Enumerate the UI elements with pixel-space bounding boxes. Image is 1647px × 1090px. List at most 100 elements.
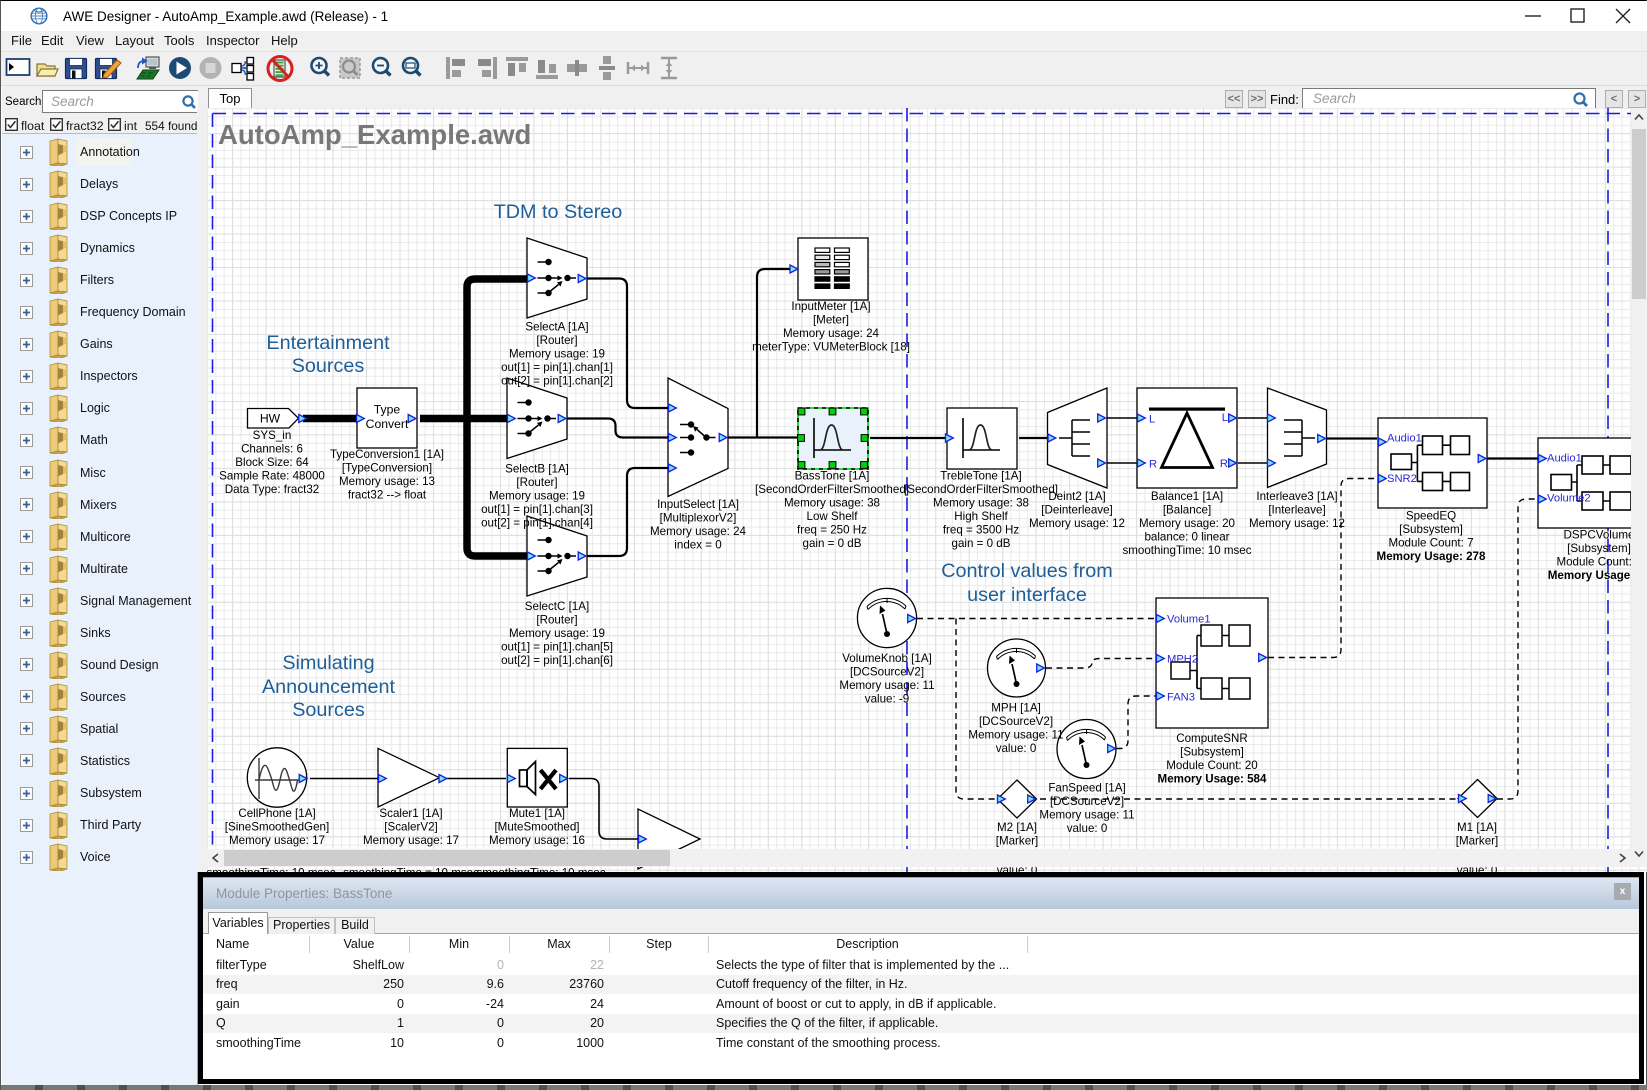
svg-text:meterType: VUMeterBlock [18]: meterType: VUMeterBlock [18] (752, 341, 910, 354)
svg-text:BassTone [1A]: BassTone [1A] (795, 470, 870, 483)
svg-text:M2 [1A]: M2 [1A] (997, 821, 1037, 834)
svg-text:Memory usage: 12: Memory usage: 12 (1249, 517, 1345, 530)
svg-text:Memory usage: 38: Memory usage: 38 (784, 497, 880, 510)
svg-text:InputMeter [1A]: InputMeter [1A] (791, 300, 870, 313)
svg-text:Memory usage: 17: Memory usage: 17 (363, 834, 459, 847)
svg-text:[SecondOrderFilterSmoothed]: [SecondOrderFilterSmoothed] (755, 483, 909, 496)
svg-text:Volume1: Volume1 (1167, 614, 1211, 626)
svg-text:R: R (1149, 459, 1157, 471)
svg-text:L: L (1222, 412, 1228, 424)
svg-text:Memory usage: 38: Memory usage: 38 (933, 497, 1029, 510)
svg-text:out[1] = pin[1].chan[5]: out[1] = pin[1].chan[5] (501, 641, 613, 654)
svg-text:Module Count: 7: Module Count: 7 (1388, 537, 1473, 550)
svg-text:[Balance]: [Balance] (1163, 504, 1211, 517)
svg-text:out[2] = pin[1].chan[2]: out[2] = pin[1].chan[2] (501, 375, 613, 388)
svg-text:[MultiplexorV2]: [MultiplexorV2] (660, 512, 737, 525)
svg-text:[SecondOrderFilterSmoothed]: [SecondOrderFilterSmoothed] (904, 483, 1058, 496)
svg-text:Memory usage: 13: Memory usage: 13 (339, 475, 435, 488)
svg-text:AutoAmp_Example.awd: AutoAmp_Example.awd (218, 119, 531, 150)
svg-text:[Router]: [Router] (516, 476, 557, 489)
svg-text:[Marker]: [Marker] (1456, 835, 1499, 848)
svg-text:fract32 --> float: fract32 --> float (348, 489, 427, 502)
svg-text:value: -9: value: -9 (865, 693, 909, 706)
svg-text:[Interleave]: [Interleave] (1268, 504, 1325, 517)
svg-text:[Router]: [Router] (536, 334, 577, 347)
svg-text:MPH2: MPH2 (1167, 654, 1198, 666)
svg-text:M1 [1A]: M1 [1A] (1457, 821, 1497, 834)
svg-text:[MuteSmoothed]: [MuteSmoothed] (494, 821, 579, 834)
svg-text:High Shelf: High Shelf (954, 510, 1008, 523)
svg-text:SelectB [1A]: SelectB [1A] (505, 463, 569, 476)
svg-text:index = 0: index = 0 (674, 539, 721, 552)
svg-text:HW: HW (260, 412, 281, 426)
svg-text:Memory usage: 11: Memory usage: 11 (839, 679, 934, 692)
svg-text:DSPCVolume: DSPCVolume (1564, 529, 1635, 542)
svg-text:Channels: 6: Channels: 6 (241, 443, 303, 456)
svg-text:Memory usage: 24: Memory usage: 24 (783, 327, 880, 340)
svg-text:[Subsystem]: [Subsystem] (1567, 542, 1631, 555)
svg-text:Module Count: 5: Module Count: 5 (1556, 556, 1641, 569)
svg-text:[Router]: [Router] (536, 614, 577, 627)
svg-text:Audio1: Audio1 (1387, 433, 1422, 445)
svg-text:value: 0: value: 0 (996, 742, 1037, 755)
svg-text:out[2] = pin[1].chan[6]: out[2] = pin[1].chan[6] (501, 654, 613, 667)
svg-text:Memory usage: 11: Memory usage: 11 (968, 729, 1063, 742)
svg-text:[Meter]: [Meter] (813, 314, 849, 327)
svg-text:Memory usage: 19: Memory usage: 19 (489, 490, 585, 503)
svg-text:Sample Rate: 48000: Sample Rate: 48000 (219, 470, 325, 483)
svg-text:Memory usage: 24: Memory usage: 24 (650, 525, 747, 538)
svg-text:InputSelect [1A]: InputSelect [1A] (657, 498, 739, 511)
svg-text:Scaler1 [1A]: Scaler1 [1A] (379, 807, 442, 820)
svg-text:Low Shelf: Low Shelf (807, 510, 859, 523)
svg-text:L: L (1149, 414, 1155, 426)
svg-text:balance: 0 linear: balance: 0 linear (1144, 531, 1229, 544)
svg-text:SpeedEQ: SpeedEQ (1406, 510, 1456, 523)
svg-text:Memory usage: 19: Memory usage: 19 (509, 348, 605, 361)
svg-text:[SineSmoothedGen]: [SineSmoothedGen] (225, 821, 329, 834)
svg-text:Mute1 [1A]: Mute1 [1A] (509, 807, 565, 820)
svg-text:Sources: Sources (292, 699, 365, 721)
svg-text:freq = 250 Hz: freq = 250 Hz (797, 524, 867, 537)
svg-text:FanSpeed [1A]: FanSpeed [1A] (1048, 782, 1125, 795)
svg-text:FAN3: FAN3 (1167, 692, 1195, 704)
svg-text:[Deinterleave]: [Deinterleave] (1041, 504, 1113, 517)
svg-text:[Subsystem]: [Subsystem] (1180, 746, 1244, 759)
svg-text:Control values from: Control values from (941, 560, 1113, 582)
svg-text:Interleave3 [1A]: Interleave3 [1A] (1256, 490, 1337, 503)
svg-text:Data Type: fract32: Data Type: fract32 (225, 483, 320, 496)
svg-text:[DCSourceV2]: [DCSourceV2] (979, 715, 1053, 728)
svg-text:smoothingTime: 10 msec: smoothingTime: 10 msec (1122, 544, 1251, 557)
svg-text:VolumeKnob [1A]: VolumeKnob [1A] (842, 652, 932, 665)
svg-text:Balance1 [1A]: Balance1 [1A] (1151, 490, 1223, 503)
svg-text:Audio1: Audio1 (1547, 453, 1582, 465)
svg-text:Memory usage: 19: Memory usage: 19 (509, 627, 605, 640)
svg-text:Deint2 [1A]: Deint2 [1A] (1048, 490, 1105, 503)
svg-text:Memory usage: 17: Memory usage: 17 (229, 834, 325, 847)
svg-text:Announcement: Announcement (262, 676, 396, 698)
svg-text:SelectC [1A]: SelectC [1A] (525, 600, 589, 613)
svg-text:Sources: Sources (292, 355, 365, 377)
svg-text:value: 0: value: 0 (1067, 822, 1108, 835)
svg-text:R: R (1220, 458, 1228, 470)
svg-text:MPH [1A]: MPH [1A] (991, 702, 1041, 715)
svg-text:[ScalerV2]: [ScalerV2] (384, 821, 438, 834)
svg-text:[DCSourceV2]: [DCSourceV2] (850, 666, 924, 679)
svg-text:Memory usage: 12: Memory usage: 12 (1029, 517, 1125, 530)
svg-text:Memory Usage: 584: Memory Usage: 584 (1158, 773, 1267, 786)
svg-text:gain = 0 dB: gain = 0 dB (952, 537, 1011, 550)
svg-text:SYS_in: SYS_in (253, 429, 292, 442)
svg-text:TypeConversion1 [1A]: TypeConversion1 [1A] (330, 448, 444, 461)
svg-text:freq = 3500 Hz: freq = 3500 Hz (943, 524, 1020, 537)
svg-text:Entertainment: Entertainment (266, 332, 390, 354)
svg-text:[Marker]: [Marker] (996, 835, 1039, 848)
svg-text:out[2] = pin[1].chan[4]: out[2] = pin[1].chan[4] (481, 517, 593, 530)
svg-text:Memory Usage: 278: Memory Usage: 278 (1377, 550, 1486, 563)
svg-text:SNR2: SNR2 (1387, 473, 1417, 485)
svg-text:Block Size: 64: Block Size: 64 (235, 456, 309, 469)
svg-text:gain = 0 dB: gain = 0 dB (803, 537, 862, 550)
svg-text:CellPhone [1A]: CellPhone [1A] (238, 807, 315, 820)
svg-text:[Subsystem]: [Subsystem] (1399, 523, 1463, 536)
svg-text:TrebleTone [1A]: TrebleTone [1A] (940, 470, 1021, 483)
svg-text:Memory usage: 11: Memory usage: 11 (1039, 809, 1134, 822)
svg-text:Simulating: Simulating (282, 652, 374, 674)
